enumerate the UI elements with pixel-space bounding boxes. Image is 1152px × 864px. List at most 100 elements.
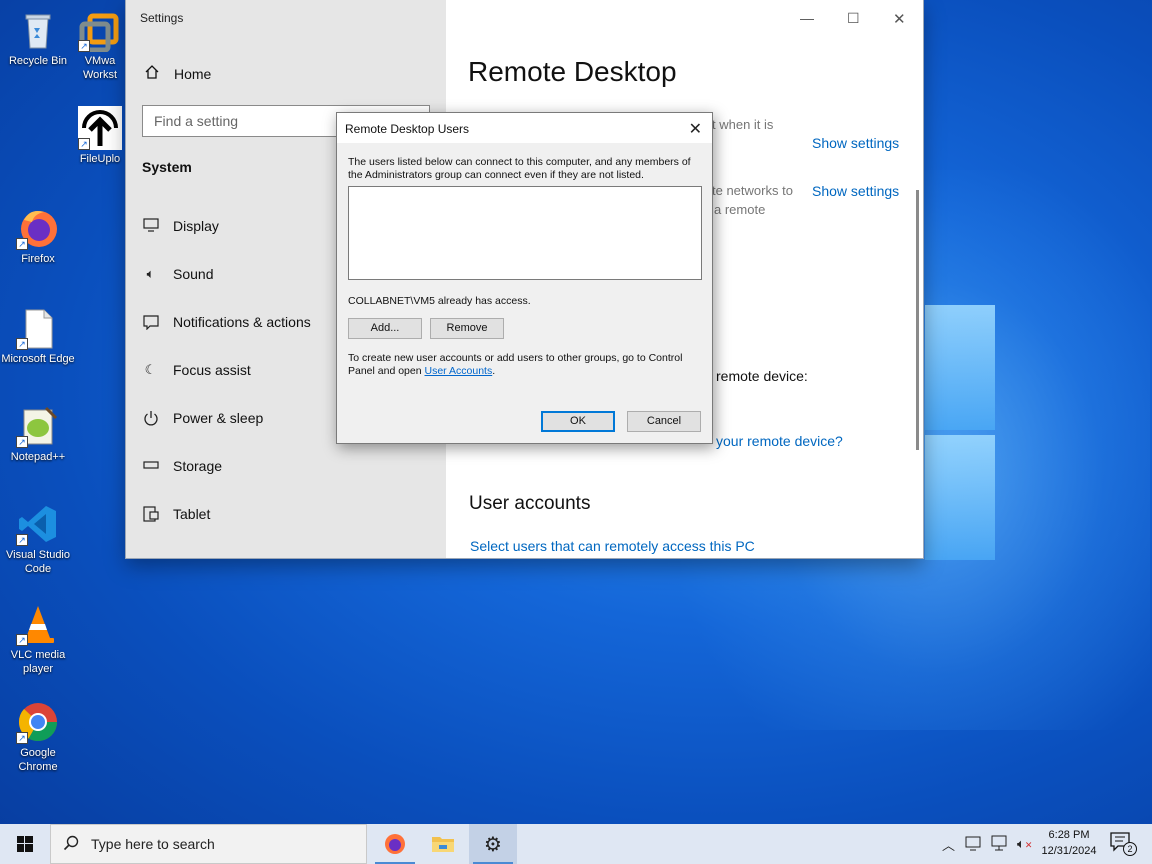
shortcut-arrow-icon: ↗	[16, 338, 28, 350]
dialog-note: To create new user accounts or add users…	[348, 352, 702, 378]
gear-icon: ⚙	[484, 833, 502, 856]
taskbar-file-explorer[interactable]	[419, 824, 467, 864]
windows-logo-wallpaper	[925, 305, 995, 560]
notification-count-badge: 2	[1123, 842, 1137, 856]
nav-item-power-sleep[interactable]: Power & sleep	[142, 410, 263, 426]
dialog-title: Remote Desktop Users	[337, 113, 712, 143]
desktop-icon-label: Google Chrome	[18, 747, 58, 773]
firefox-icon	[385, 834, 405, 854]
nav-item-label: Notifications & actions	[173, 314, 311, 330]
desktop-icon-edge[interactable]: ↗ Microsoft Edge	[1, 306, 75, 366]
nav-item-label: Tablet	[173, 506, 211, 522]
chrome-icon: ↗	[16, 700, 60, 744]
description-fragment: remote device:	[716, 368, 808, 384]
power-icon	[142, 410, 159, 426]
note-end: .	[492, 365, 496, 377]
system-tray: ︿ 🔈︎✕	[942, 824, 1032, 864]
section-heading: System	[142, 159, 192, 175]
desktop-icon-label: Microsoft Edge	[1, 353, 75, 365]
search-icon	[63, 835, 79, 854]
clock-date: 12/31/2024	[1041, 845, 1097, 857]
add-button[interactable]: Add...	[348, 318, 422, 339]
nav-home[interactable]: Home	[144, 64, 211, 83]
nav-item-label: Display	[173, 218, 219, 234]
desktop-icon-label: VMwa Workst	[82, 55, 118, 81]
nav-item-storage[interactable]: Storage	[142, 458, 222, 474]
shortcut-arrow-icon: ↗	[16, 732, 28, 744]
network-icon[interactable]	[965, 835, 983, 854]
desktop-icon-vscode[interactable]: ↗ Visual Studio Code	[1, 502, 75, 576]
taskbar-search-placeholder: Type here to search	[91, 836, 215, 852]
users-listbox[interactable]	[348, 186, 702, 280]
note-text: To create new user accounts or add users…	[348, 352, 683, 377]
ok-button[interactable]: OK	[541, 411, 615, 432]
page-title: Remote Desktop	[468, 56, 677, 87]
help-link[interactable]: your remote device?	[716, 433, 843, 449]
nav-item-tablet[interactable]: Tablet	[142, 506, 210, 522]
desktop-icon-notepadpp[interactable]: ↗ Notepad++	[1, 404, 75, 464]
description-fragment: a remote	[714, 202, 766, 217]
nav-item-focus-assist[interactable]: ☾ Focus assist	[142, 362, 251, 378]
show-settings-link[interactable]: Show settings	[812, 135, 899, 151]
desktop-icon-label: VLC media player	[10, 649, 66, 675]
access-status-text: COLLABNET\VM5 already has access.	[348, 295, 531, 307]
shortcut-arrow-icon: ↗	[78, 40, 90, 52]
desktop-icon-label: FileUplo	[79, 153, 121, 165]
desktop-icon-recycle-bin[interactable]: Recycle Bin	[1, 8, 75, 68]
shortcut-arrow-icon: ↗	[16, 436, 28, 448]
start-button[interactable]	[0, 824, 50, 864]
taskbar-settings[interactable]: ⚙	[469, 824, 517, 864]
clock-time: 6:28 PM	[1048, 829, 1090, 841]
remote-desktop-users-dialog: Remote Desktop Users ✕ The users listed …	[336, 112, 713, 444]
windows-start-icon	[17, 836, 33, 852]
notification-icon	[142, 314, 159, 331]
monitor-icon	[142, 218, 159, 234]
user-accounts-heading: User accounts	[469, 493, 591, 514]
storage-icon	[142, 458, 159, 474]
desktop-icon-chrome[interactable]: ↗ Google Chrome	[1, 700, 75, 774]
dialog-description: The users listed below can connect to th…	[348, 156, 691, 181]
folder-icon	[432, 837, 454, 852]
document-icon: ↗	[16, 306, 60, 350]
desktop-icon-label: Firefox	[21, 253, 55, 265]
description-fragment: te networks to	[712, 183, 793, 198]
upload-arrow-icon: ↗	[78, 106, 122, 150]
user-accounts-link[interactable]: User Accounts	[425, 365, 493, 377]
shortcut-arrow-icon: ↗	[16, 238, 28, 250]
dialog-close-icon[interactable]: ✕	[689, 119, 702, 139]
notification-center-button[interactable]: 2	[1110, 832, 1137, 856]
minimize-button[interactable]: —	[800, 10, 814, 26]
nav-item-notifications[interactable]: Notifications & actions	[142, 314, 311, 331]
vlc-cone-icon: ↗	[16, 602, 60, 646]
recycle-bin-icon	[16, 8, 60, 52]
description-fragment: t when it is	[712, 117, 774, 132]
notepadpp-icon: ↗	[16, 404, 60, 448]
speaker-icon: 🔈︎	[146, 266, 155, 281]
close-button[interactable]: ✕	[893, 10, 906, 28]
window-title: Settings	[140, 11, 184, 25]
maximize-button[interactable]: ☐	[847, 10, 860, 27]
scrollbar[interactable]	[916, 190, 919, 450]
tablet-icon	[142, 506, 159, 522]
display-icon[interactable]	[991, 835, 1009, 854]
chevron-up-icon[interactable]: ︿	[942, 835, 955, 854]
home-label: Home	[174, 65, 212, 82]
desktop-icon-vmware[interactable]: ↗ VMwa Workst	[72, 8, 128, 82]
remove-button[interactable]: Remove	[430, 318, 504, 339]
desktop-icon-firefox[interactable]: ↗ Firefox	[1, 206, 75, 266]
desktop-icon-fileupload[interactable]: ↗ FileUplo	[72, 106, 128, 166]
firefox-icon: ↗	[16, 206, 60, 250]
volume-muted-icon[interactable]: 🔈︎✕	[1017, 836, 1032, 852]
taskbar-firefox[interactable]	[371, 824, 419, 864]
home-icon	[144, 64, 160, 83]
nav-item-sound[interactable]: 🔈︎ Sound	[142, 266, 214, 282]
taskbar-search-box[interactable]: Type here to search	[50, 824, 367, 864]
select-users-link[interactable]: Select users that can remotely access th…	[470, 538, 755, 554]
show-settings-link[interactable]: Show settings	[812, 183, 899, 199]
nav-item-display[interactable]: Display	[142, 218, 219, 234]
nav-item-label: Sound	[173, 266, 214, 282]
taskbar-clock[interactable]: 6:28 PM 12/31/2024	[1034, 827, 1104, 859]
shortcut-arrow-icon: ↗	[78, 138, 90, 150]
cancel-button[interactable]: Cancel	[627, 411, 701, 432]
desktop-icon-vlc[interactable]: ↗ VLC media player	[1, 602, 75, 676]
